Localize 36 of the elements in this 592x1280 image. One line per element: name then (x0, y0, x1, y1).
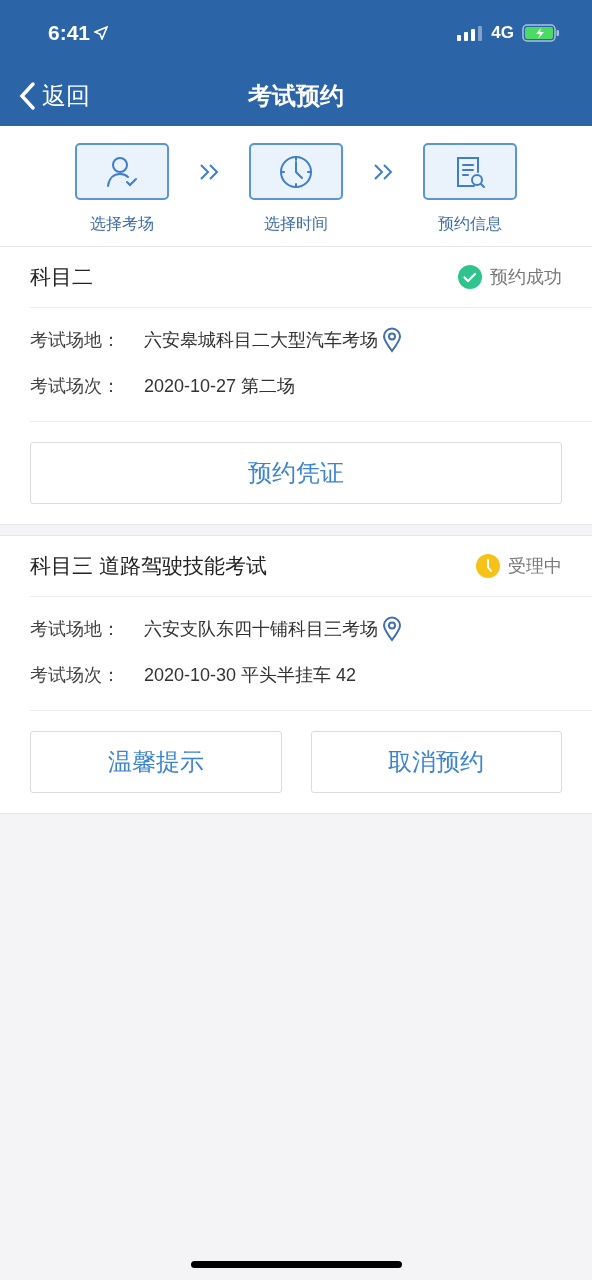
field-label: 考试场次： (30, 663, 121, 687)
status-time: 6:41 (48, 20, 91, 47)
network-label: 4G (491, 22, 514, 45)
step-label: 选择时间 (264, 214, 328, 234)
location-pin-icon[interactable] (382, 327, 402, 353)
signal-icon (457, 25, 484, 41)
status-label: 受理中 (508, 554, 562, 578)
field-label: 考试场地： (30, 617, 121, 641)
double-chevron-icon (373, 163, 393, 181)
step-tile[interactable] (75, 143, 169, 200)
action-button[interactable]: 预约凭证 (30, 442, 562, 504)
step-tile[interactable] (249, 143, 343, 200)
subject-title: 科目二 (30, 264, 93, 291)
clock-icon (278, 153, 314, 190)
location-pin-icon[interactable] (382, 616, 402, 642)
step-label: 预约信息 (438, 214, 502, 234)
location-arrow-icon (94, 26, 109, 40)
field-value: 2020-10-27 第二场 (144, 374, 296, 398)
field-value: 2020-10-30 平头半挂车 42 (144, 663, 357, 687)
check-circle-icon (458, 265, 482, 289)
chevron-left-icon (18, 81, 36, 111)
page-title: 考试预约 (248, 81, 344, 111)
subject-title: 科目三 道路驾驶技能考试 (30, 553, 267, 580)
double-chevron-icon (199, 163, 219, 181)
field-label: 考试场次： (30, 374, 121, 398)
status-label: 预约成功 (490, 265, 562, 289)
step-tile[interactable] (423, 143, 517, 200)
field-value: 六安支队东四十铺科目三考场 (144, 617, 378, 641)
step-label: 选择考场 (90, 214, 154, 234)
action-button[interactable]: 取消预约 (310, 731, 562, 793)
battery-icon (522, 24, 560, 42)
field-label: 考试场地： (30, 328, 121, 352)
back-button[interactable]: 返回 (0, 78, 90, 114)
field-value: 六安皋城科目二大型汽车考场 (144, 328, 378, 352)
clock-icon (476, 554, 500, 578)
action-button[interactable]: 温馨提示 (30, 731, 282, 793)
